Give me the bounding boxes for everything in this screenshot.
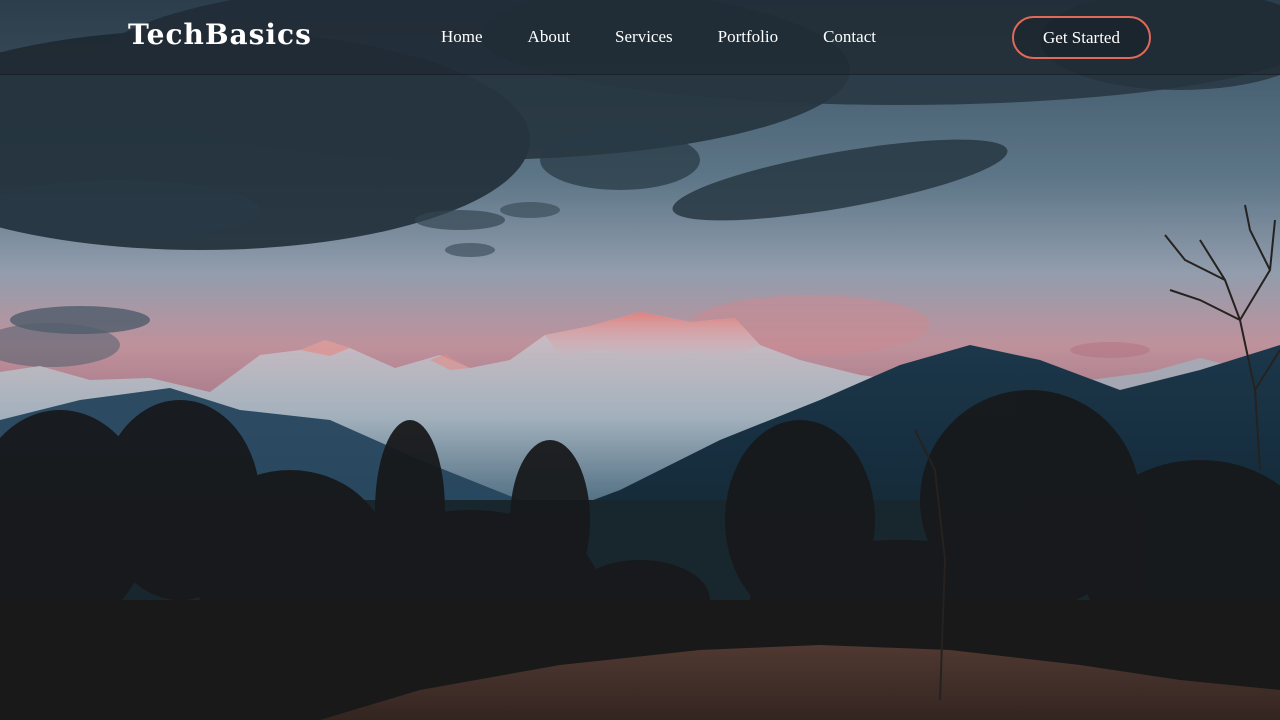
nav-item-about: About: [528, 27, 571, 47]
get-started-button[interactable]: Get Started: [1012, 16, 1151, 59]
nav-link-portfolio[interactable]: Portfolio: [718, 27, 778, 46]
nav-item-contact: Contact: [823, 27, 876, 47]
nav-item-home: Home: [441, 27, 483, 47]
nav-link-contact[interactable]: Contact: [823, 27, 876, 46]
nav-item-services: Services: [615, 27, 673, 47]
nav-link-home[interactable]: Home: [441, 27, 483, 46]
top-navbar: TechBasics Home About Services Portfolio…: [0, 0, 1280, 75]
nav-link-about[interactable]: About: [528, 27, 571, 46]
nav-item-portfolio: Portfolio: [718, 27, 778, 47]
hero-section: TechBasics Home About Services Portfolio…: [0, 0, 1280, 720]
nav-links: Home About Services Portfolio Contact: [441, 27, 921, 47]
nav-link-services[interactable]: Services: [615, 27, 673, 46]
brand-logo[interactable]: TechBasics: [128, 18, 312, 51]
mountain-landscape-image: [0, 0, 1280, 720]
